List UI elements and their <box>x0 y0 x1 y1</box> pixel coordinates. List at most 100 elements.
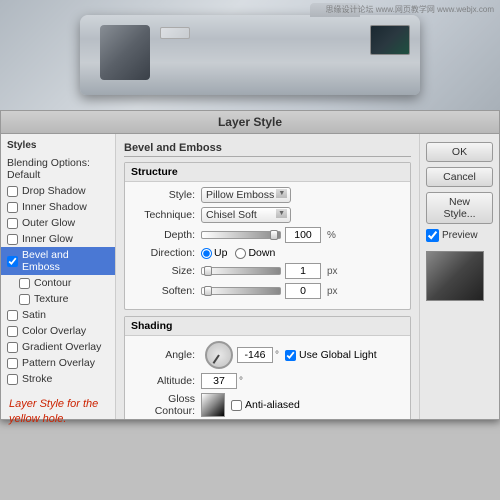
drop-shadow-label: Drop Shadow <box>22 185 86 197</box>
color-overlay-checkbox[interactable] <box>7 326 18 337</box>
texture-checkbox[interactable] <box>19 294 30 305</box>
satin-label: Satin <box>22 309 46 321</box>
angle-row: Angle: ° Use Global Light <box>131 341 404 369</box>
altitude-label: Altitude: <box>131 375 201 387</box>
outer-glow-label: Outer Glow <box>22 217 75 229</box>
inner-glow-label: Inner Glow <box>22 233 73 245</box>
size-slider-container: px <box>201 263 338 279</box>
soften-input[interactable] <box>285 283 321 299</box>
inner-glow-checkbox[interactable] <box>7 234 18 245</box>
angle-unit: ° <box>275 350 279 361</box>
direction-up-radio[interactable] <box>201 248 212 259</box>
preview-label[interactable]: Preview <box>426 229 493 242</box>
sidebar-item-satin[interactable]: Satin <box>1 307 115 323</box>
gloss-contour-row: Gloss Contour: Anti-aliased <box>131 393 404 417</box>
gradient-overlay-label: Gradient Overlay <box>22 341 101 353</box>
size-input[interactable] <box>285 263 321 279</box>
size-label: Size: <box>131 265 201 277</box>
sidebar-item-pattern-overlay[interactable]: Pattern Overlay <box>1 355 115 371</box>
sidebar-item-inner-glow[interactable]: Inner Glow <box>1 231 115 247</box>
sidebar-item-gradient-overlay[interactable]: Gradient Overlay <box>1 339 115 355</box>
altitude-input[interactable] <box>201 373 237 389</box>
stroke-checkbox[interactable] <box>7 374 18 385</box>
texture-label: Texture <box>34 293 68 305</box>
angle-input[interactable] <box>237 347 273 363</box>
sidebar-item-blending[interactable]: Blending Options: Default <box>1 155 115 183</box>
angle-dial[interactable] <box>205 341 233 369</box>
satin-checkbox[interactable] <box>7 310 18 321</box>
direction-up-label: Up <box>214 247 227 259</box>
depth-slider[interactable] <box>201 231 281 239</box>
anti-aliased-checkbox[interactable] <box>231 400 242 411</box>
color-overlay-label: Color Overlay <box>22 325 86 337</box>
size-unit: px <box>327 266 338 277</box>
gradient-overlay-checkbox[interactable] <box>7 342 18 353</box>
use-global-light-label: Use Global Light <box>299 349 377 361</box>
direction-down-label: Down <box>248 247 275 259</box>
soften-unit: px <box>327 286 338 297</box>
use-global-light-checkbox[interactable] <box>285 350 296 361</box>
sidebar-item-color-overlay[interactable]: Color Overlay <box>1 323 115 339</box>
ok-button[interactable]: OK <box>426 142 493 162</box>
camera-viewfinder <box>370 25 410 55</box>
yellow-hole-note: Layer Style for the yellow hole. <box>1 391 115 433</box>
direction-down-radio[interactable] <box>235 248 246 259</box>
drop-shadow-checkbox[interactable] <box>7 186 18 197</box>
direction-down-option[interactable]: Down <box>235 247 275 259</box>
technique-dropdown[interactable]: Chisel Soft <box>201 207 291 223</box>
main-panel: Bevel and Emboss Structure Style: Pillow… <box>116 134 419 419</box>
anti-aliased-option[interactable]: Anti-aliased <box>231 399 300 411</box>
preview-checkbox[interactable] <box>426 229 439 242</box>
dialog-title: Layer Style <box>218 115 282 129</box>
soften-label: Soften: <box>131 285 201 297</box>
altitude-unit: ° <box>239 376 243 387</box>
camera-flash <box>160 27 190 39</box>
direction-up-option[interactable]: Up <box>201 247 227 259</box>
bevel-emboss-title: Bevel and Emboss <box>124 142 411 157</box>
direction-radio-group: Up Down <box>201 247 275 259</box>
sidebar-item-contour[interactable]: Contour <box>1 275 115 291</box>
size-row: Size: px <box>131 263 404 279</box>
soften-thumb[interactable] <box>204 286 212 296</box>
sidebar-item-bevel-emboss[interactable]: Bevel and Emboss <box>1 247 115 275</box>
outer-glow-checkbox[interactable] <box>7 218 18 229</box>
inner-shadow-label: Inner Shadow <box>22 201 87 213</box>
depth-label: Depth: <box>131 229 201 241</box>
inner-shadow-checkbox[interactable] <box>7 202 18 213</box>
preview-box <box>426 251 484 301</box>
sidebar-item-drop-shadow[interactable]: Drop Shadow <box>1 183 115 199</box>
sidebar-item-texture[interactable]: Texture <box>1 291 115 307</box>
sidebar-item-outer-glow[interactable]: Outer Glow <box>1 215 115 231</box>
contour-label: Contour <box>34 277 71 289</box>
sidebar-item-inner-shadow[interactable]: Inner Shadow <box>1 199 115 215</box>
size-slider[interactable] <box>201 267 281 275</box>
style-label: Style: <box>131 189 201 201</box>
cancel-button[interactable]: Cancel <box>426 167 493 187</box>
watermark-top: 思缘设计论坛 www.网页教学网 www.webjx.com <box>326 4 494 16</box>
contour-checkbox[interactable] <box>19 278 30 289</box>
gloss-contour-label: Gloss Contour: <box>131 393 201 417</box>
right-buttons-panel: OK Cancel New Style... Preview <box>419 134 499 419</box>
depth-row: Depth: % <box>131 227 404 243</box>
dialog-titlebar: Layer Style <box>1 111 499 134</box>
anti-aliased-label: Anti-aliased <box>245 399 300 411</box>
soften-slider[interactable] <box>201 287 281 295</box>
pattern-overlay-checkbox[interactable] <box>7 358 18 369</box>
direction-row: Direction: Up Down <box>131 247 404 259</box>
bevel-emboss-checkbox[interactable] <box>7 256 18 267</box>
sidebar-item-stroke[interactable]: Stroke <box>1 371 115 387</box>
use-global-light-option[interactable]: Use Global Light <box>285 349 377 361</box>
style-dropdown[interactable]: Pillow Emboss <box>201 187 291 203</box>
shading-box: Shading Angle: ° Use Global Light Altitu… <box>124 316 411 419</box>
sidebar: Styles Blending Options: Default Drop Sh… <box>1 134 116 419</box>
new-style-button[interactable]: New Style... <box>426 192 493 224</box>
contour-preview[interactable] <box>201 393 225 417</box>
stroke-label: Stroke <box>22 373 52 385</box>
depth-thumb[interactable] <box>270 230 278 240</box>
depth-input[interactable] <box>285 227 321 243</box>
preview-text: Preview <box>442 230 478 241</box>
soften-slider-container: px <box>201 283 338 299</box>
size-thumb[interactable] <box>204 266 212 276</box>
structure-box-title: Structure <box>125 163 410 182</box>
shading-title: Shading <box>125 317 410 336</box>
